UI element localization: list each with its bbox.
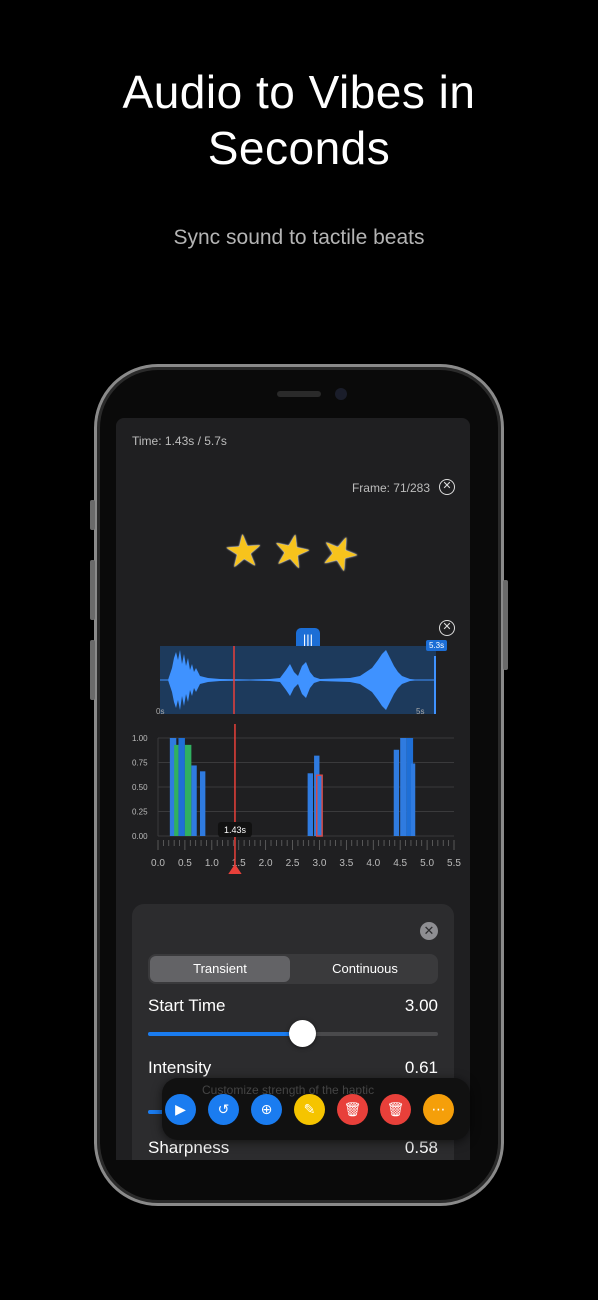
more-icon[interactable]: ⋯ (423, 1094, 454, 1125)
haptic-chart[interactable]: 1.000.750.500.250.000.0 0.5 1.0 1.5 2.0 2.5 3.… (116, 724, 470, 874)
volume-down-button (90, 640, 95, 700)
x-tick-label: 5.0 (420, 858, 434, 869)
front-camera (335, 388, 347, 400)
waveform-end-label: 5s (416, 707, 425, 716)
x-tick-label: 2.5 (286, 858, 300, 869)
add-icon[interactable]: ⊕ (251, 1094, 282, 1125)
hero-subtitle: Sync sound to tactile beats (173, 226, 425, 249)
power-button (503, 580, 508, 670)
playhead-time-label: 1.43s (224, 825, 247, 835)
waveform-svg (160, 646, 436, 714)
start-time-slider[interactable] (148, 1020, 438, 1047)
haptic-bar (400, 738, 407, 836)
y-tick-label: 0.75 (132, 759, 148, 768)
intensity-label: Intensity (148, 1058, 212, 1077)
tab-continuous[interactable]: Continuous (294, 956, 436, 982)
undo-icon[interactable]: ↺ (208, 1094, 239, 1125)
x-tick-label: 5.5 (447, 858, 461, 869)
x-tick-label: 4.0 (366, 858, 380, 869)
hero-title-line1: Audio to Vibes in (122, 66, 476, 118)
hero-title: Audio to Vibes in Seconds (0, 64, 598, 176)
waveform-start-label: 0s (156, 707, 165, 716)
y-tick-label: 0.50 (132, 783, 148, 792)
mute-switch (90, 500, 95, 530)
x-tick-label: 2.0 (259, 858, 273, 869)
tab-transient[interactable]: Transient (150, 956, 290, 982)
haptic-bar (174, 744, 179, 836)
haptic-bar (316, 774, 323, 837)
sharpness-label: Sharpness (148, 1138, 230, 1157)
haptic-bar (178, 738, 185, 836)
haptic-bar (199, 771, 206, 836)
start-time-slider-fill (148, 1032, 302, 1036)
hero-title-line2: Seconds (207, 122, 391, 174)
speaker-grille (277, 391, 321, 397)
y-tick-label: 0.25 (132, 808, 148, 817)
selection-end-badge: 5.3s (426, 640, 448, 651)
panel-close-button[interactable]: ✕ (420, 922, 438, 940)
play-icon[interactable]: ▶ (165, 1094, 196, 1125)
start-time-value: 3.00 (404, 996, 438, 1015)
haptic-bar (307, 773, 313, 836)
start-time-label: Start Time (148, 996, 226, 1015)
audio-waveform[interactable] (160, 646, 436, 714)
trash-icon[interactable]: 🗑 (337, 1094, 368, 1125)
haptic-bar (184, 744, 192, 836)
event-type-selector: Transient Continuous (148, 954, 438, 984)
close-waveform-icon[interactable]: ✕ (439, 620, 455, 636)
start-time-slider-thumb[interactable] (288, 1020, 316, 1047)
star-icon: ★ (312, 523, 368, 584)
frame-readout: Frame: 71/283 (351, 481, 430, 495)
pencil-icon[interactable]: ✎ (294, 1094, 325, 1125)
x-tick-label: 3.0 (313, 858, 327, 869)
app-screen: Time: 1.43s / 5.7s Frame: 71/283 ✕ ★ ★ ★… (116, 418, 470, 1160)
x-tick-label: 3.5 (339, 858, 353, 869)
rating-stars: ★ ★ ★ (222, 523, 367, 583)
x-tick-label: 0.5 (178, 858, 192, 869)
time-readout: Time: 1.43s / 5.7s (132, 434, 227, 448)
x-tick-label: 0.0 (151, 858, 165, 869)
close-icon[interactable]: ✕ (439, 479, 455, 495)
haptic-bar (393, 749, 400, 836)
haptic-bar (410, 763, 416, 836)
trash-all-icon[interactable]: 🗑 (380, 1094, 411, 1125)
haptic-bar (191, 765, 197, 836)
x-tick-label: 4.5 (393, 858, 407, 869)
volume-up-button (90, 560, 95, 620)
star-icon: ★ (222, 525, 266, 578)
y-tick-label: 1.00 (132, 734, 148, 743)
y-tick-label: 0.00 (132, 832, 148, 841)
sharpness-value: 0.58 (404, 1138, 438, 1157)
intensity-value: 0.61 (404, 1058, 438, 1077)
x-tick-label: 1.0 (205, 858, 219, 869)
star-icon: ★ (267, 523, 317, 580)
